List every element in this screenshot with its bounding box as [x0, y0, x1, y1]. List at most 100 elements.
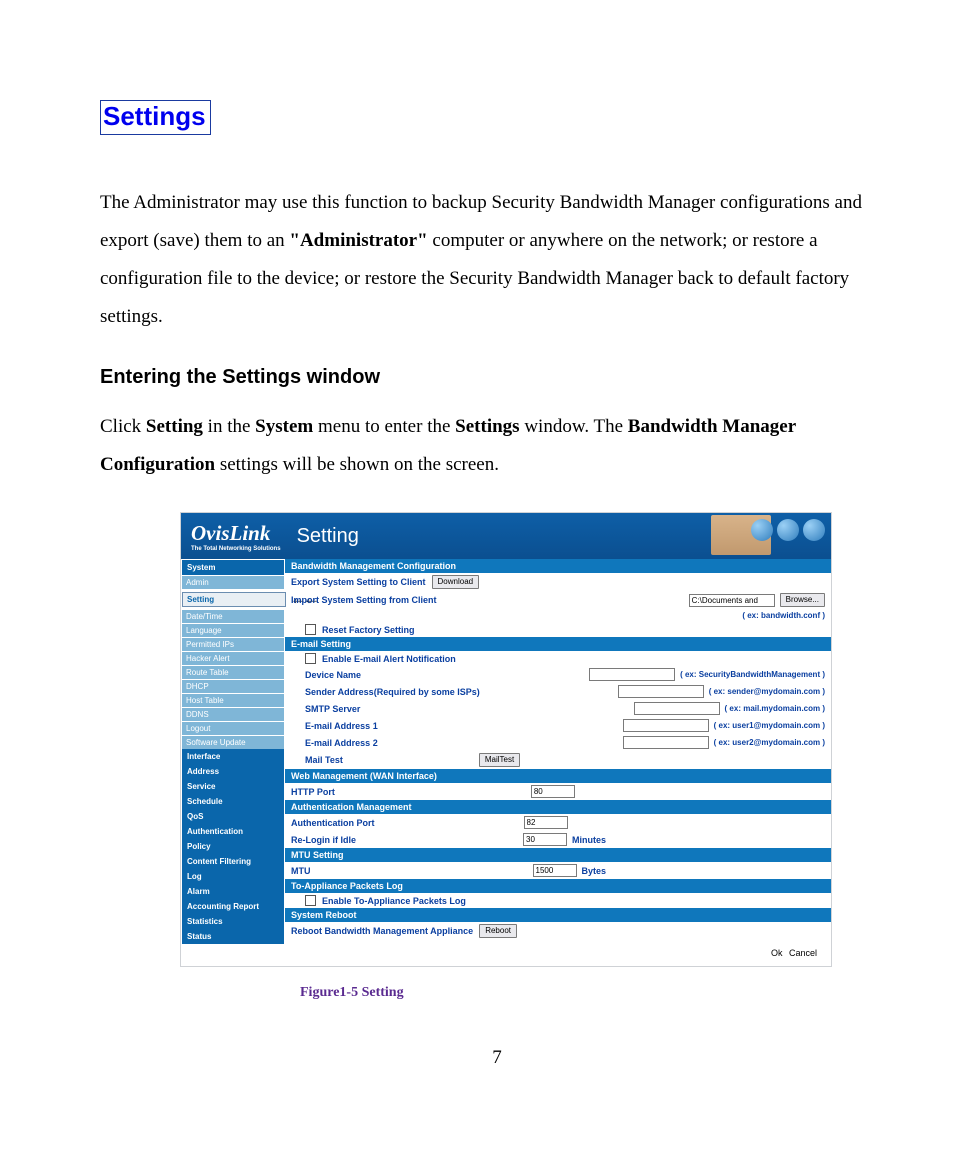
t: menu to enter the	[313, 416, 455, 437]
download-button[interactable]: Download	[432, 575, 480, 589]
pktlog-checkbox[interactable]	[305, 895, 316, 906]
figure-caption: Figure1-5 Setting	[300, 985, 894, 1001]
globe-icons	[751, 519, 825, 541]
b-setting: Setting	[146, 416, 203, 437]
nav-group-log[interactable]: Log	[182, 869, 284, 884]
sender-input[interactable]	[618, 685, 704, 698]
nav-item-host-table[interactable]: Host Table	[182, 693, 284, 707]
email-enable-checkbox[interactable]	[305, 653, 316, 664]
intro-paragraph: The Administrator may use this function …	[100, 184, 894, 336]
app-header: OvisLink The Total Networking Solutions …	[181, 513, 831, 559]
nav-item-hacker-alert[interactable]: Hacker Alert	[182, 651, 284, 665]
brand-name: OvisLink	[191, 521, 270, 545]
email-enable-label: Enable E-mail Alert Notification	[322, 654, 456, 664]
section-bandwidth: Bandwidth Management Configuration	[285, 559, 831, 573]
intro-bold-administrator: "Administrator"	[289, 230, 427, 251]
email1-hint: ( ex: user1@mydomain.com )	[714, 721, 825, 730]
import-label: Import System Setting from Client	[291, 595, 437, 605]
t: Click	[100, 416, 146, 437]
smtp-input[interactable]	[634, 702, 720, 715]
mtu-label: MTU	[291, 866, 311, 876]
nav-group-status[interactable]: Status	[182, 929, 284, 944]
minutes-label: Minutes	[572, 835, 606, 845]
page-title: Settings	[100, 100, 211, 135]
mtu-unit: Bytes	[582, 866, 607, 876]
sidebar: System Admin Setting ←← Date/Time Langua…	[181, 559, 285, 966]
email2-label: E-mail Address 2	[305, 738, 378, 748]
nav-group-service[interactable]: Service	[182, 779, 284, 794]
section-auth: Authentication Management	[285, 800, 831, 814]
http-port-input[interactable]	[531, 785, 575, 798]
t: in the	[203, 416, 255, 437]
smtp-label: SMTP Server	[305, 704, 360, 714]
content-pane: Bandwidth Management Configuration Expor…	[285, 559, 831, 966]
smtp-hint: ( ex: mail.mydomain.com )	[725, 704, 825, 713]
entering-paragraph: Click Setting in the System menu to ente…	[100, 408, 894, 484]
email1-input[interactable]	[623, 719, 709, 732]
section-email: E-mail Setting	[285, 637, 831, 651]
nav-group-content-filtering[interactable]: Content Filtering	[182, 854, 284, 869]
t: window. The	[520, 416, 628, 437]
ok-button[interactable]: Ok	[771, 948, 783, 958]
nav-group-schedule[interactable]: Schedule	[182, 794, 284, 809]
auth-port-input[interactable]	[524, 816, 568, 829]
email2-hint: ( ex: user2@mydomain.com )	[714, 738, 825, 747]
import-path-input[interactable]	[689, 594, 775, 607]
device-name-input[interactable]	[589, 668, 675, 681]
nav-group-address[interactable]: Address	[182, 764, 284, 779]
import-hint: ( ex: bandwidth.conf )	[742, 611, 825, 620]
section-mtu: MTU Setting	[285, 848, 831, 862]
nav-group-authentication[interactable]: Authentication	[182, 824, 284, 839]
device-name-hint: ( ex: SecurityBandwidthManagement )	[680, 670, 825, 679]
app-window: OvisLink The Total Networking Solutions …	[180, 512, 832, 967]
reset-factory-label: Reset Factory Setting	[322, 625, 415, 635]
button-bar: Ok Cancel	[285, 940, 831, 960]
app-title: Setting	[297, 525, 359, 548]
nav-item-software-update[interactable]: Software Update	[182, 735, 284, 749]
section-heading: Entering the Settings window	[100, 366, 894, 389]
sender-hint: ( ex: sender@mydomain.com )	[709, 687, 825, 696]
b-settings: Settings	[455, 416, 519, 437]
sender-label: Sender Address(Required by some ISPs)	[305, 687, 480, 697]
http-port-label: HTTP Port	[291, 787, 335, 797]
email1-label: E-mail Address 1	[305, 721, 378, 731]
section-reboot: System Reboot	[285, 908, 831, 922]
brand-tagline: The Total Networking Solutions	[191, 546, 281, 552]
nav-item-admin[interactable]: Admin	[182, 575, 284, 589]
brand-block: OvisLink The Total Networking Solutions	[191, 521, 281, 552]
nav-item-permitted-ips[interactable]: Permitted IPs	[182, 637, 284, 651]
nav-item-datetime[interactable]: Date/Time	[182, 609, 284, 623]
t: settings will be shown on the screen.	[215, 454, 499, 475]
reset-factory-checkbox[interactable]	[305, 624, 316, 635]
export-label: Export System Setting to Client	[291, 577, 426, 587]
section-web: Web Management (WAN Interface)	[285, 769, 831, 783]
nav-group-statistics[interactable]: Statistics	[182, 914, 284, 929]
browse-button[interactable]: Browse...	[780, 593, 825, 607]
mailtest-button[interactable]: MailTest	[479, 753, 520, 767]
device-name-label: Device Name	[305, 670, 361, 680]
auth-port-label: Authentication Port	[291, 818, 375, 828]
setting-screenshot: OvisLink The Total Networking Solutions …	[180, 512, 894, 967]
cancel-button[interactable]: Cancel	[789, 948, 817, 958]
reboot-label: Reboot Bandwidth Management Appliance	[291, 926, 473, 936]
page-number: 7	[100, 1047, 894, 1069]
nav-item-setting[interactable]: Setting	[182, 592, 286, 607]
nav-group-accounting-report[interactable]: Accounting Report	[182, 899, 284, 914]
section-pktlog: To-Appliance Packets Log	[285, 879, 831, 893]
nav-group-alarm[interactable]: Alarm	[182, 884, 284, 899]
reboot-button[interactable]: Reboot	[479, 924, 517, 938]
nav-item-logout[interactable]: Logout	[182, 721, 284, 735]
nav-group-system[interactable]: System	[182, 560, 284, 575]
pktlog-label: Enable To-Appliance Packets Log	[322, 896, 466, 906]
nav-group-policy[interactable]: Policy	[182, 839, 284, 854]
nav-item-language[interactable]: Language	[182, 623, 284, 637]
email2-input[interactable]	[623, 736, 709, 749]
nav-item-ddns[interactable]: DDNS	[182, 707, 284, 721]
mtu-input[interactable]	[533, 864, 577, 877]
nav-group-interface[interactable]: Interface	[182, 749, 284, 764]
relogin-input[interactable]	[523, 833, 567, 846]
nav-item-dhcp[interactable]: DHCP	[182, 679, 284, 693]
nav-group-qos[interactable]: QoS	[182, 809, 284, 824]
mailtest-label: Mail Test	[305, 755, 343, 765]
nav-item-route-table[interactable]: Route Table	[182, 665, 284, 679]
